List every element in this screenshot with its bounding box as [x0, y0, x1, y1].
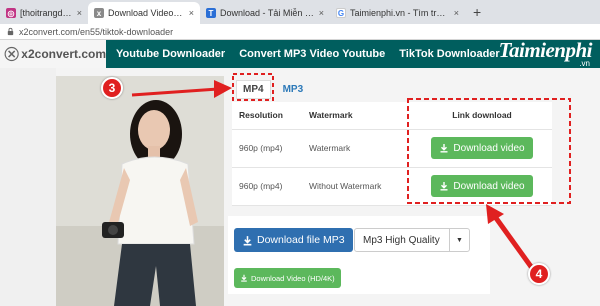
- step-3-badge: 3: [101, 77, 123, 99]
- close-icon[interactable]: ×: [319, 8, 324, 18]
- download-icon: [440, 182, 448, 191]
- browser-tab-label: Download Video from TikTok Wi: [108, 8, 185, 18]
- logo-text: x2convert.com: [21, 47, 106, 61]
- link-cell: Download video: [412, 167, 552, 206]
- download-video-button[interactable]: Download video: [431, 137, 533, 159]
- watermark-cell: Watermark: [302, 129, 412, 168]
- close-icon[interactable]: ×: [77, 8, 82, 18]
- download-mp3-label: Download file MP3: [257, 234, 345, 246]
- browser-tab-strip: ◎ [thoitrangdep3] Tiề × x Download Video…: [0, 0, 600, 24]
- download-table: Resolution Watermark Link download 960p …: [232, 102, 552, 206]
- mp3-panel: Download file MP3 Mp3 High Quality ▼ Dow…: [228, 216, 490, 294]
- quality-selected-value: Mp3 High Quality: [363, 234, 440, 246]
- table-row: 960p (mp4) Without Watermark Download vi…: [232, 167, 552, 206]
- taimienphi-watermark: Taimienphi .vn: [498, 38, 593, 68]
- download-video-label: Download video: [453, 142, 525, 154]
- link-cell: Download video: [412, 129, 552, 168]
- google-icon: G: [336, 8, 346, 18]
- download-hd-button[interactable]: Download Video (HD/4K): [234, 268, 341, 288]
- new-tab-button[interactable]: +: [465, 2, 489, 24]
- step-4-badge: 4: [528, 263, 550, 285]
- tab-mp3[interactable]: MP3: [283, 84, 304, 95]
- close-icon[interactable]: ×: [454, 8, 459, 18]
- woman-photo-illustration: [56, 76, 224, 306]
- quality-select[interactable]: Mp3 High Quality ▼: [354, 228, 470, 252]
- site-logo[interactable]: x2convert.com: [0, 40, 106, 68]
- brand-name: Taimienphi: [498, 38, 593, 62]
- format-tabs: MP4 MP3: [236, 80, 303, 99]
- download-video-label: Download video: [453, 180, 525, 192]
- nav-youtube-downloader[interactable]: Youtube Downloader: [106, 48, 232, 60]
- x2convert-logo-icon: [4, 46, 19, 62]
- download-icon: [241, 274, 247, 282]
- chevron-down-icon[interactable]: ▼: [449, 229, 469, 251]
- table-header-row: Resolution Watermark Link download: [232, 102, 552, 130]
- browser-tab-label: Taimienphi.vn - Tìm trên Google: [350, 8, 450, 18]
- column-header-resolution: Resolution: [232, 102, 302, 130]
- column-header-watermark: Watermark: [302, 102, 412, 130]
- nav-tiktok-downloader[interactable]: TikTok Downloader: [392, 48, 506, 60]
- x2convert-icon: x: [94, 8, 104, 18]
- main-nav: Youtube Downloader Convert MP3 Video You…: [106, 40, 507, 68]
- browser-tab-taimienphi[interactable]: T Download - Tải Miễn Phí VN - Pe ×: [200, 2, 330, 24]
- download-icon: [243, 235, 252, 245]
- nav-convert-mp3[interactable]: Convert MP3 Video Youtube: [232, 48, 392, 60]
- browser-tab-x2convert[interactable]: x Download Video from TikTok Wi ×: [88, 2, 200, 24]
- column-header-link-download: Link download: [412, 102, 552, 130]
- resolution-cell: 960p (mp4): [232, 167, 302, 206]
- close-icon[interactable]: ×: [189, 8, 194, 18]
- main-content: MP4 MP3 Resolution Watermark Link downlo…: [56, 68, 600, 306]
- download-mp3-button[interactable]: Download file MP3: [234, 228, 353, 252]
- watermark-cell: Without Watermark: [302, 167, 412, 206]
- download-icon: [440, 144, 448, 153]
- resolution-cell: 960p (mp4): [232, 129, 302, 168]
- instagram-icon: ◎: [6, 8, 16, 18]
- taimienphi-icon: T: [206, 8, 216, 18]
- browser-tab-label: [thoitrangdep3] Tiề: [20, 8, 73, 18]
- brand-suffix: .vn: [579, 59, 590, 68]
- table-row: 960p (mp4) Watermark Download video: [232, 129, 552, 168]
- browser-tab-google[interactable]: G Taimienphi.vn - Tìm trên Google ×: [330, 2, 465, 24]
- download-hd-label: Download Video (HD/4K): [251, 273, 335, 283]
- tab-mp4[interactable]: MP4: [236, 80, 271, 99]
- url-text: x2convert.com/en55/tiktok-downloader: [19, 26, 174, 37]
- site-header: x2convert.com Youtube Downloader Convert…: [0, 40, 600, 68]
- video-thumbnail: [56, 76, 224, 306]
- lock-icon: [7, 27, 14, 36]
- browser-tab-label: Download - Tải Miễn Phí VN - Pe: [220, 8, 315, 18]
- browser-tab-instagram[interactable]: ◎ [thoitrangdep3] Tiề ×: [0, 2, 88, 24]
- download-video-button[interactable]: Download video: [431, 175, 533, 197]
